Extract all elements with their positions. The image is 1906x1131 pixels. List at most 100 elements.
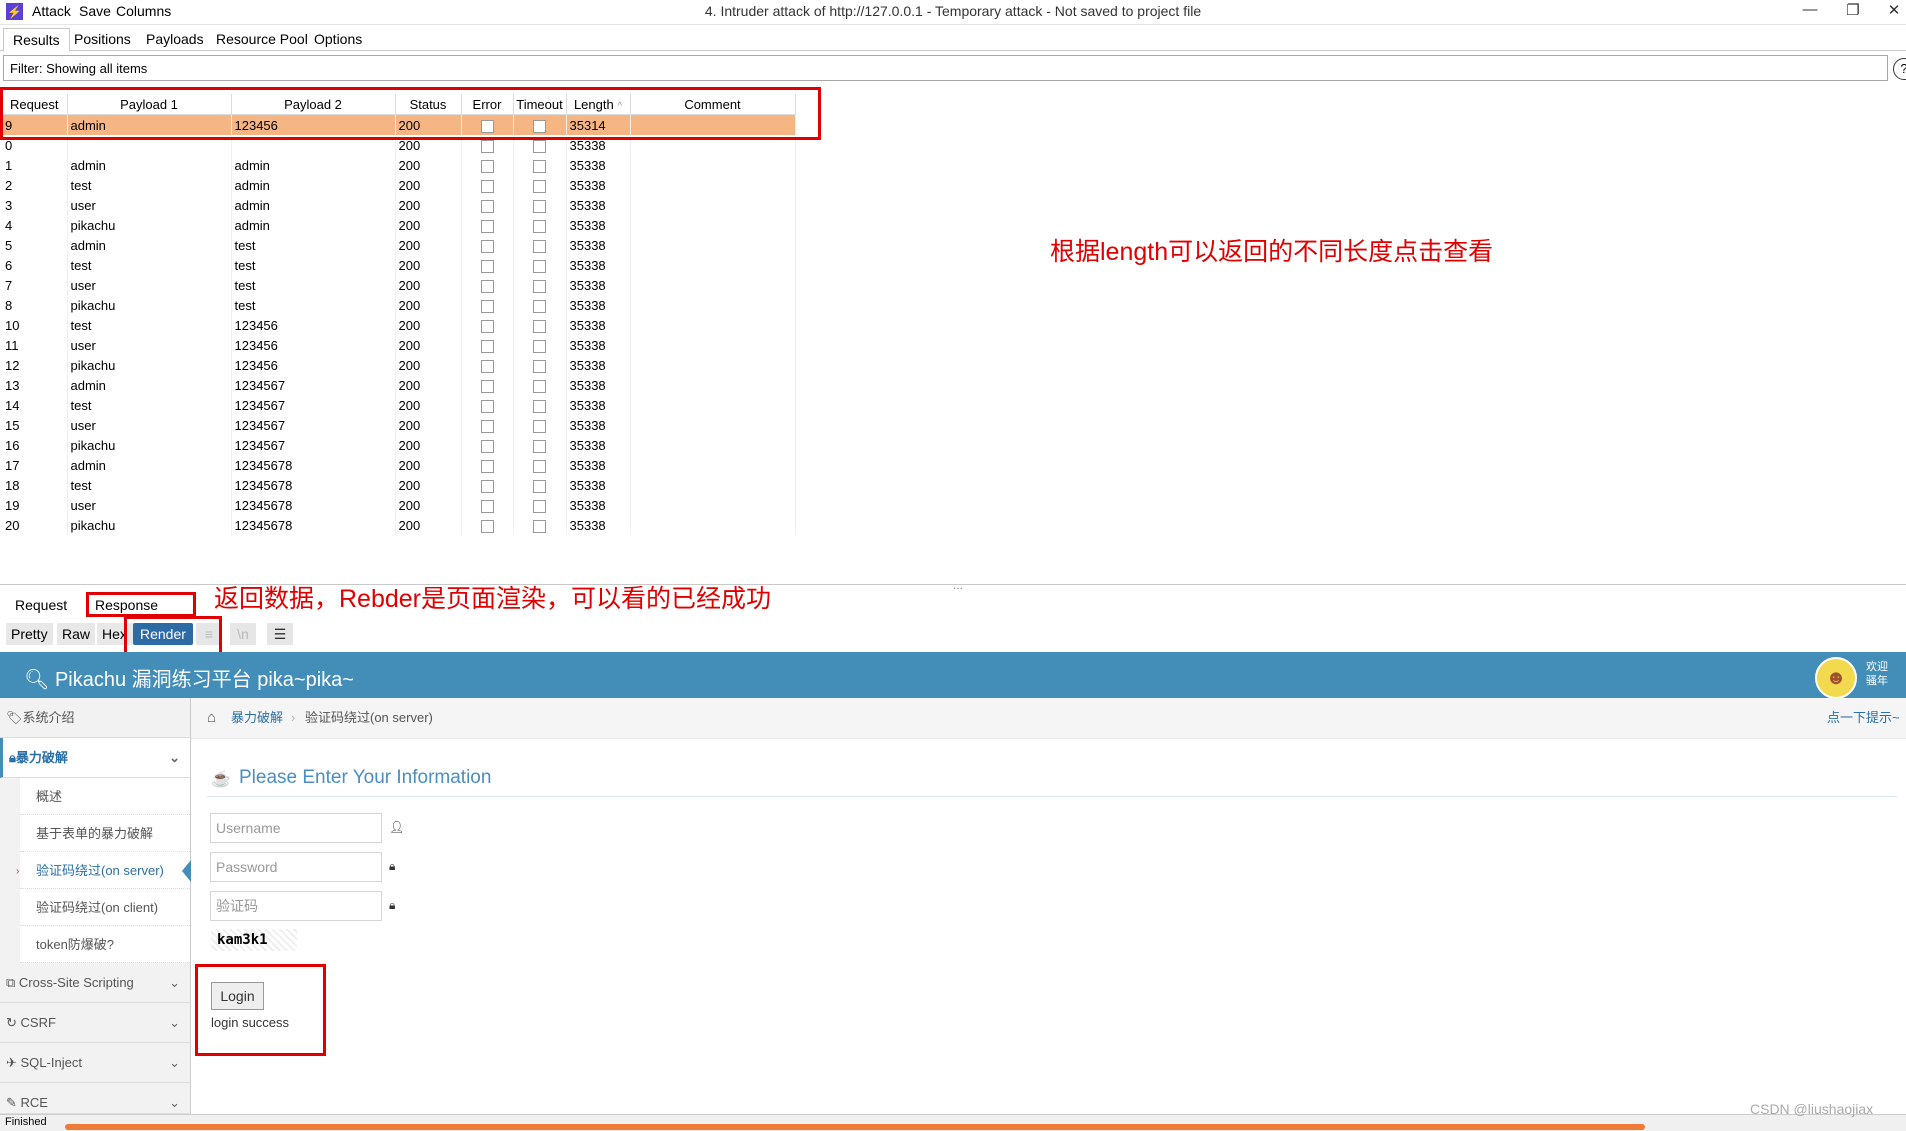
breadcrumb-separator-icon: › [291, 710, 296, 725]
home-icon[interactable]: ⌂ [207, 698, 216, 738]
tab-resource-pool[interactable]: Resource Pool [207, 28, 317, 50]
tab-options[interactable]: Options [305, 28, 371, 50]
table-row[interactable]: 11 user 123456 200 35338 [2, 335, 796, 355]
table-row[interactable]: 18 test 12345678 200 35338 [2, 475, 796, 495]
error-checkbox[interactable] [480, 339, 494, 353]
hint-link[interactable]: 点一下提示~ [1827, 698, 1900, 738]
sidebar-subitem-captcha-client[interactable]: 验证码绕过(on client) [20, 889, 190, 926]
timeout-checkbox[interactable] [533, 259, 546, 273]
table-row[interactable]: 7 user test 200 35338 [2, 275, 796, 295]
error-checkbox[interactable] [480, 519, 494, 533]
cell-payload1: admin [67, 455, 232, 475]
timeout-checkbox[interactable] [533, 319, 546, 333]
sidebar-item-csrf[interactable]: ↻ CSRF ⌄ [0, 1003, 190, 1043]
sidebar-item-sqli-label: SQL-Inject [20, 1055, 82, 1070]
sidebar-subitem-captcha-server[interactable]: 验证码绕过(on server) [20, 852, 190, 889]
table-row[interactable]: 6 test test 200 35338 [2, 255, 796, 275]
timeout-checkbox[interactable] [533, 339, 546, 353]
timeout-checkbox[interactable] [533, 519, 546, 533]
view-raw-button[interactable]: Raw [57, 623, 96, 645]
newline-toggle-icon[interactable]: \n [230, 623, 256, 645]
error-checkbox[interactable] [480, 459, 494, 473]
username-field[interactable]: Username [210, 813, 382, 843]
error-checkbox[interactable] [480, 199, 494, 213]
table-row[interactable]: 4 pikachu admin 200 35338 [2, 215, 796, 235]
sidebar-subitem-overview[interactable]: 概述 [20, 778, 190, 815]
timeout-checkbox[interactable] [533, 419, 546, 433]
error-checkbox[interactable] [480, 499, 494, 513]
cell-payload2: admin [231, 195, 396, 215]
error-checkbox[interactable] [480, 399, 494, 413]
sidebar-subitem-token[interactable]: token防爆破? [20, 926, 190, 963]
table-row[interactable]: 10 test 123456 200 35338 [2, 315, 796, 335]
timeout-checkbox[interactable] [533, 379, 546, 393]
sidebar-item-sqli[interactable]: ✈ SQL-Inject ⌄ [0, 1043, 190, 1083]
table-row[interactable]: 19 user 12345678 200 35338 [2, 495, 796, 515]
timeout-checkbox[interactable] [533, 239, 546, 253]
table-row[interactable]: 12 pikachu 123456 200 35338 [2, 355, 796, 375]
timeout-checkbox[interactable] [533, 299, 546, 313]
cell-error [461, 215, 514, 235]
timeout-checkbox[interactable] [533, 499, 546, 513]
table-row[interactable]: 14 test 1234567 200 35338 [2, 395, 796, 415]
table-row[interactable]: 1 admin admin 200 35338 [2, 155, 796, 175]
sidebar-subitem-form-brute[interactable]: 基于表单的暴力破解 [20, 815, 190, 852]
table-row[interactable]: 13 admin 1234567 200 35338 [2, 375, 796, 395]
table-row[interactable]: 17 admin 12345678 200 35338 [2, 455, 796, 475]
table-row[interactable]: 5 admin test 200 35338 [2, 235, 796, 255]
table-row[interactable]: 16 pikachu 1234567 200 35338 [2, 435, 796, 455]
close-icon[interactable]: ✕ [1879, 1, 1906, 19]
error-checkbox[interactable] [480, 219, 494, 233]
timeout-checkbox[interactable] [533, 159, 546, 173]
sidebar-item-rce[interactable]: ✎ RCE ⌄ [0, 1083, 190, 1114]
table-row[interactable]: 15 user 1234567 200 35338 [2, 415, 796, 435]
timeout-checkbox[interactable] [533, 219, 546, 233]
cell-error [461, 335, 514, 355]
timeout-checkbox[interactable] [533, 279, 546, 293]
splitter-handle-icon[interactable]: ... [953, 578, 963, 592]
tab-results[interactable]: Results [3, 28, 70, 52]
error-checkbox[interactable] [480, 179, 494, 193]
error-checkbox[interactable] [480, 239, 494, 253]
error-checkbox[interactable] [480, 419, 494, 433]
restore-icon[interactable]: ❐ [1838, 1, 1868, 19]
avatar[interactable]: ☻ [1815, 657, 1857, 699]
timeout-checkbox[interactable] [533, 439, 546, 453]
sidebar-item-brute-force[interactable]: 🔒︎暴力破解 ⌄ [0, 738, 190, 778]
tab-request[interactable]: Request [10, 595, 72, 615]
tab-positions[interactable]: Positions [65, 28, 140, 50]
view-pretty-button[interactable]: Pretty [6, 623, 53, 645]
sidebar-item-intro[interactable]: 🏷︎系统介绍 [0, 698, 190, 738]
sidebar-item-xss[interactable]: ⧉ Cross-Site Scripting ⌄ [0, 963, 190, 1003]
pikachu-title[interactable]: 🔍︎ Pikachu 漏洞练习平台 pika~pika~ [24, 663, 354, 692]
table-row[interactable]: 2 test admin 200 35338 [2, 175, 796, 195]
password-field[interactable]: Password [210, 852, 382, 882]
filter-bar[interactable]: Filter: Showing all items [3, 55, 1888, 81]
timeout-checkbox[interactable] [533, 459, 546, 473]
error-checkbox[interactable] [480, 479, 494, 493]
error-checkbox[interactable] [480, 159, 494, 173]
table-row[interactable]: 3 user admin 200 35338 [2, 195, 796, 215]
tab-payloads[interactable]: Payloads [137, 28, 213, 50]
help-icon[interactable]: ? [1893, 58, 1906, 80]
error-checkbox[interactable] [480, 359, 494, 373]
minimize-icon[interactable]: — [1795, 1, 1825, 18]
error-checkbox[interactable] [480, 139, 494, 153]
timeout-checkbox[interactable] [533, 399, 546, 413]
table-row[interactable]: 8 pikachu test 200 35338 [2, 295, 796, 315]
hamburger-menu-icon[interactable]: ☰ [267, 623, 293, 645]
error-checkbox[interactable] [480, 319, 494, 333]
timeout-checkbox[interactable] [533, 179, 546, 193]
table-row[interactable]: 20 pikachu 12345678 200 35338 [2, 515, 796, 535]
captcha-field[interactable]: 验证码 [210, 891, 382, 921]
error-checkbox[interactable] [480, 439, 494, 453]
timeout-checkbox[interactable] [533, 479, 546, 493]
error-checkbox[interactable] [480, 299, 494, 313]
error-checkbox[interactable] [480, 379, 494, 393]
timeout-checkbox[interactable] [533, 139, 546, 153]
timeout-checkbox[interactable] [533, 359, 546, 373]
error-checkbox[interactable] [480, 279, 494, 293]
error-checkbox[interactable] [480, 259, 494, 273]
timeout-checkbox[interactable] [533, 199, 546, 213]
breadcrumb-brute-link[interactable]: 暴力破解 [231, 698, 283, 738]
